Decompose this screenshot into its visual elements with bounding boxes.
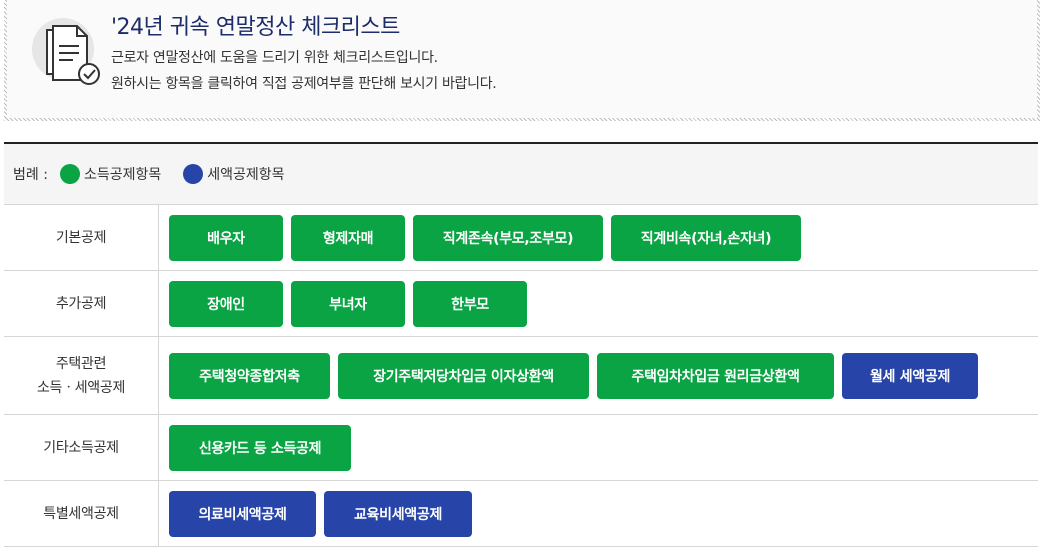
- legend-income: 소득공제항목: [59, 164, 162, 184]
- item-button-single-parent[interactable]: 한부모: [413, 280, 527, 327]
- row-label-line-2: 소득ㆍ세액공제: [36, 379, 126, 396]
- item-button-disabled[interactable]: 장애인: [169, 280, 283, 327]
- row-special-tax-credit: 특별세액공제 의료비세액공제 교육비세액공제: [4, 481, 1038, 547]
- row-basic-deduction: 기본공제 배우자 형제자매 직계존속(부모,조부모) 직계비속(자녀,손자녀): [4, 205, 1038, 271]
- item-button-monthly-rent[interactable]: 월세 세액공제: [842, 352, 978, 399]
- item-button-spouse[interactable]: 배우자: [169, 214, 283, 261]
- legend-tax-label: 세액공제항목: [207, 167, 285, 183]
- row-label-line-1: 주택관련: [55, 355, 107, 372]
- checklist-table: 범례 : 소득공제항목 세액공제항목 기본공제 배우자 형제자매 직계존속(부모…: [4, 142, 1038, 547]
- row-items: 배우자 형제자매 직계존속(부모,조부모) 직계비속(자녀,손자녀): [159, 205, 1038, 270]
- item-button-descendants[interactable]: 직계비속(자녀,손자녀): [611, 214, 801, 261]
- checklist-header: '24년 귀속 연말정산 체크리스트 근로자 연말정산에 도움을 드리기 위한 …: [4, 0, 1040, 121]
- row-additional-deduction: 추가공제 장애인 부녀자 한부모: [4, 271, 1038, 337]
- row-housing-deduction: 주택관련 소득ㆍ세액공제 주택청약종합저축 장기주택저당차입금 이자상환액 주택…: [4, 337, 1038, 415]
- item-button-medical-expense[interactable]: 의료비세액공제: [169, 490, 316, 537]
- row-label: 주택관련 소득ㆍ세액공제: [4, 337, 159, 414]
- legend-row: 범례 : 소득공제항목 세액공제항목: [4, 144, 1038, 205]
- green-dot-icon: [59, 164, 80, 184]
- item-button-mortgage-interest[interactable]: 장기주택저당차입금 이자상환액: [338, 352, 589, 399]
- row-label: 추가공제: [4, 271, 159, 336]
- row-other-income-deduction: 기타소득공제 신용카드 등 소득공제: [4, 415, 1038, 481]
- row-label: 특별세액공제: [4, 481, 159, 546]
- row-items: 의료비세액공제 교육비세액공제: [159, 481, 1038, 546]
- legend-title: 범례 :: [13, 167, 48, 183]
- item-button-ascendants[interactable]: 직계존속(부모,조부모): [413, 214, 603, 261]
- item-button-education-expense[interactable]: 교육비세액공제: [324, 490, 472, 537]
- row-items: 장애인 부녀자 한부모: [159, 271, 1038, 336]
- document-check-icon: [46, 25, 100, 85]
- legend-income-label: 소득공제항목: [83, 167, 162, 183]
- item-button-siblings[interactable]: 형제자매: [291, 214, 405, 261]
- row-items: 신용카드 등 소득공제: [159, 415, 1038, 480]
- item-button-lease-loan[interactable]: 주택임차차입금 원리금상환액: [597, 352, 834, 399]
- blue-dot-icon: [183, 164, 204, 184]
- item-button-woman-householder[interactable]: 부녀자: [291, 280, 405, 327]
- description-line-1: 근로자 연말정산에 도움을 드리기 위한 체크리스트입니다.: [111, 50, 438, 66]
- item-button-housing-subscription[interactable]: 주택청약종합저축: [169, 352, 330, 399]
- row-items: 주택청약종합저축 장기주택저당차입금 이자상환액 주택임차차입금 원리금상환액 …: [159, 337, 1038, 414]
- page-title: '24년 귀속 연말정산 체크리스트: [111, 15, 400, 40]
- row-label: 기타소득공제: [4, 415, 159, 480]
- description-line-2: 원하시는 항목을 클릭하여 직접 공제여부를 판단해 보시기 바랍니다.: [111, 76, 497, 92]
- row-label: 기본공제: [4, 205, 159, 270]
- legend-tax: 세액공제항목: [183, 164, 285, 184]
- item-button-credit-card[interactable]: 신용카드 등 소득공제: [169, 424, 351, 471]
